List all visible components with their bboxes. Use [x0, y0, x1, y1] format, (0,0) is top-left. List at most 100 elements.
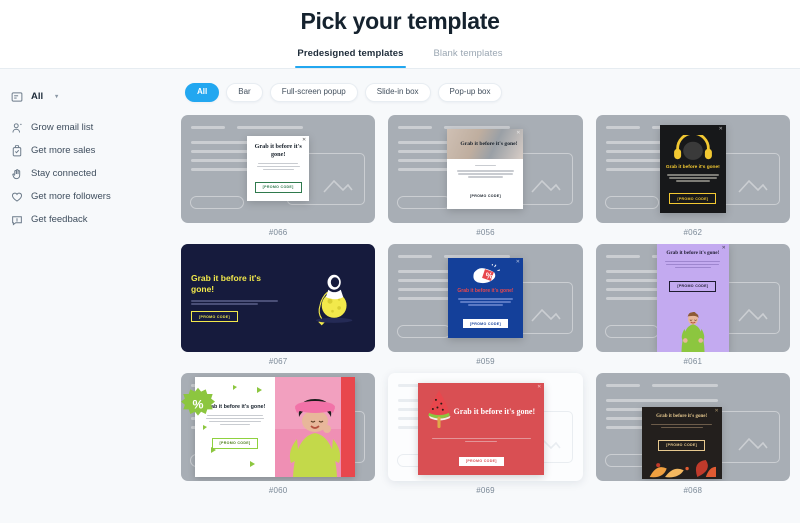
template-preview-popup: ✕ Grab it before it's gone! [PROMO CODE]	[418, 382, 545, 476]
preview-body-lines	[663, 260, 723, 269]
svg-text:%: %	[193, 397, 204, 411]
preview-headline: Grab it before it's gone!	[460, 140, 518, 147]
preview-body-lines	[418, 437, 544, 443]
preview-headline: Grab it before it's gone!	[453, 406, 536, 416]
template-preview-popup: Grab it before it's gone! [PROMO CODE]	[181, 243, 376, 352]
template-thumbnail[interactable]: Grab it before it's gone! [PROMO CODE]	[181, 243, 376, 352]
template-id-label: #059	[476, 356, 495, 366]
template-preview-popup: ✕ Grab it before it's gone! [PROMO CODE]	[447, 128, 524, 209]
shopping-bag-icon	[10, 144, 23, 157]
filter-chip-row: All Bar Full-screen popup Slide-in box P…	[181, 83, 790, 102]
close-icon: ✕	[516, 129, 521, 136]
template-card-059[interactable]: ✕ % Grab it before it's gone! [PROMO COD…	[388, 243, 583, 366]
sidebar-item-stay-connected[interactable]: Stay connected	[10, 162, 175, 185]
template-thumbnail[interactable]: ✕ Grab it before it's gone! [PROMO CODE]	[595, 372, 790, 481]
template-preview-popup: ✕ % Grab it before it's gone! [PROMO COD…	[447, 257, 523, 338]
tab-blank-templates[interactable]: Blank templates	[432, 45, 505, 68]
template-thumbnail[interactable]: ✕ Grab it before it's gone! [PROMO CODE]	[595, 243, 790, 352]
preview-cta-button: [PROMO CODE]	[470, 193, 501, 198]
close-icon: ✕	[301, 137, 307, 144]
sidebar-item-label: Get feedback	[31, 214, 88, 225]
preview-headline: Grab it before it's gone!	[457, 287, 514, 294]
image-placeholder-icon	[738, 435, 768, 451]
close-icon: ✕	[721, 244, 726, 251]
headphones-icon	[665, 131, 721, 161]
filter-chip-all[interactable]: All	[185, 83, 220, 102]
tab-bar: Predesigned templates Blank templates	[0, 45, 800, 68]
sidebar-item-all[interactable]: All ▾	[10, 85, 175, 108]
sidebar-item-label: All	[31, 91, 44, 102]
tab-predesigned-templates[interactable]: Predesigned templates	[295, 45, 406, 68]
preview-eyebrow-line	[454, 164, 516, 167]
template-card-060[interactable]: Grab it before it's gone! [PROMO CODE] %…	[181, 372, 376, 495]
image-placeholder-icon	[323, 177, 353, 193]
preview-cta-button: [PROMO CODE]	[254, 181, 302, 193]
discount-badge-icon: %	[454, 263, 517, 286]
image-placeholder-icon	[738, 306, 768, 322]
template-thumbnail[interactable]: ✕ % Grab it before it's gone! [PROMO COD…	[388, 243, 583, 352]
template-thumbnail[interactable]: ✕ Grab it before it's gone! [PROMO CODE]	[595, 114, 790, 223]
template-id-label: #069	[476, 485, 495, 495]
close-icon: ✕	[718, 125, 723, 132]
template-id-label: #068	[683, 485, 703, 495]
preview-cta-button: [PROMO CODE]	[669, 280, 717, 292]
template-card-067[interactable]: Grab it before it's gone! [PROMO CODE] #…	[181, 243, 376, 366]
sidebar-item-get-more-followers[interactable]: Get more followers	[10, 185, 175, 208]
sidebar-item-grow-email-list[interactable]: Grow email list	[10, 116, 175, 139]
svg-text:%: %	[486, 271, 493, 280]
main-content: All Bar Full-screen popup Slide-in box P…	[175, 69, 800, 523]
filter-chip-bar[interactable]: Bar	[226, 83, 263, 102]
preview-headline: Grab it before it's gone!	[254, 143, 302, 158]
template-preview-popup: Grab it before it's gone! [PROMO CODE]	[181, 376, 355, 477]
preview-headline: Grab it before it's gone!	[665, 164, 720, 170]
close-icon: ✕	[537, 383, 542, 390]
filter-chip-slide-in-box[interactable]: Slide-in box	[364, 83, 431, 102]
preview-body-lines	[191, 300, 282, 305]
template-card-068[interactable]: ✕ Grab it before it's gone! [PROMO CODE]	[595, 372, 790, 495]
template-card-069[interactable]: ✕ Grab it before it's gone! [PROMO CODE]…	[388, 372, 583, 495]
image-placeholder-icon	[531, 177, 561, 193]
preview-headline: Grab it before it's gone!	[666, 249, 720, 256]
template-card-061[interactable]: ✕ Grab it before it's gone! [PROMO CODE]	[595, 243, 790, 366]
template-thumbnail[interactable]: Grab it before it's gone! [PROMO CODE]	[181, 372, 376, 481]
template-picker-app: Pick your template Predesigned templates…	[0, 0, 800, 523]
preview-body-lines	[648, 423, 716, 429]
percent-badge-icon: %	[181, 387, 215, 426]
heart-icon	[10, 190, 23, 203]
filter-chip-pop-up-box[interactable]: Pop-up box	[437, 83, 503, 102]
filter-chip-full-screen-popup[interactable]: Full-screen popup	[269, 83, 358, 102]
template-grid: ✕ Grab it before it's gone! [PROMO CODE]	[181, 114, 790, 495]
preview-body-lines	[454, 170, 516, 178]
template-id-label: #061	[683, 356, 703, 366]
speech-bubble-icon	[10, 213, 23, 226]
template-preview-popup: ✕ Grab it before it's gone! [PROMO CODE]	[641, 406, 722, 479]
chevron-down-icon[interactable]: ▾	[55, 93, 58, 100]
watermelon-popsicle-icon	[426, 389, 452, 434]
template-card-066[interactable]: ✕ Grab it before it's gone! [PROMO CODE]	[181, 114, 376, 237]
preview-headline: Grab it before it's gone!	[656, 413, 708, 419]
hand-wave-icon	[10, 167, 23, 180]
model-photo	[663, 296, 723, 352]
template-card-062[interactable]: ✕ Grab it before it's gone! [PROMO CODE]…	[595, 114, 790, 237]
person-icon	[10, 121, 23, 134]
template-thumbnail[interactable]: ✕ Grab it before it's gone! [PROMO CODE]	[388, 114, 583, 223]
preview-headline: Grab it before it's gone!	[191, 272, 262, 294]
preview-hero-image: Grab it before it's gone!	[447, 128, 524, 159]
sidebar-item-label: Get more followers	[31, 191, 111, 202]
template-card-056[interactable]: ✕ Grab it before it's gone! [PROMO CODE]…	[388, 114, 583, 237]
template-preview-popup: ✕ Grab it before it's gone! [PROMO CODE]	[656, 243, 729, 352]
image-placeholder-icon	[738, 177, 768, 193]
template-id-label: #060	[268, 485, 288, 495]
template-thumbnail[interactable]: ✕ Grab it before it's gone! [PROMO CODE]	[181, 114, 376, 223]
preview-cta-button: [PROMO CODE]	[458, 456, 504, 466]
preview-cta-button: [PROMO CODE]	[669, 193, 717, 205]
preview-cta-button: [PROMO CODE]	[658, 439, 706, 451]
sidebar-item-get-feedback[interactable]: Get feedback	[10, 208, 175, 231]
page-header: Pick your template Predesigned templates…	[0, 0, 800, 68]
page-body: All ▾ Grow email list Get more sales Sta…	[0, 69, 800, 523]
autumn-leaves-illustration	[648, 455, 716, 479]
sidebar-item-get-more-sales[interactable]: Get more sales	[10, 139, 175, 162]
template-id-label: #062	[683, 227, 703, 237]
template-thumbnail[interactable]: ✕ Grab it before it's gone! [PROMO CODE]	[388, 372, 583, 481]
preview-cta-button: [PROMO CODE]	[191, 311, 238, 323]
